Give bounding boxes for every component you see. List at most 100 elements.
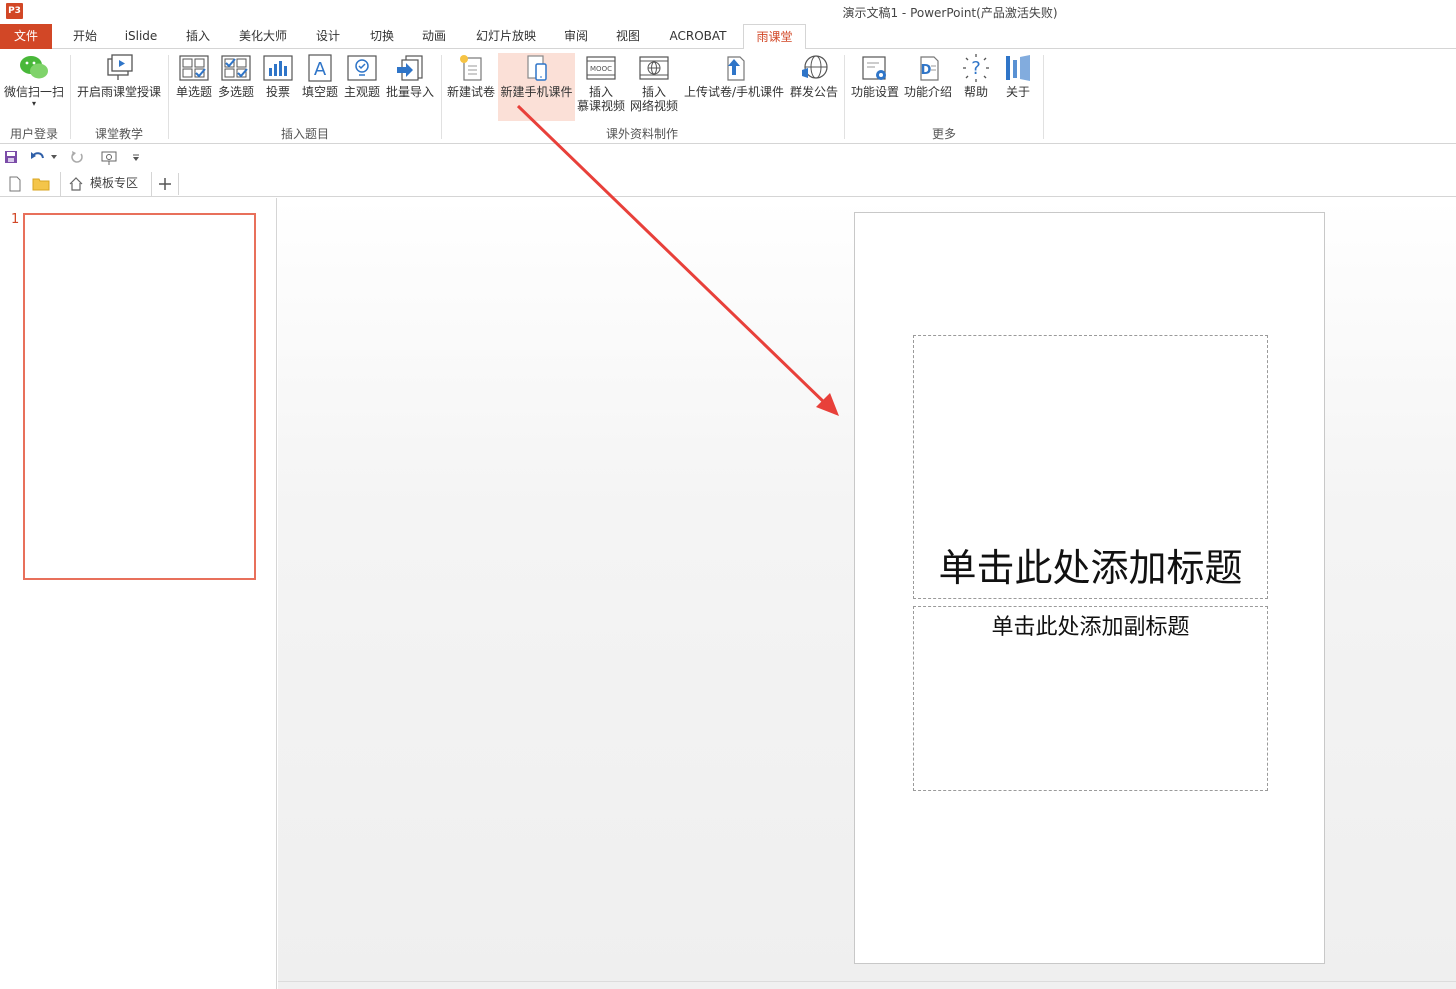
home-icon	[69, 177, 83, 191]
title-bar: P3 演示文稿1 - PowerPoint(产品激活失败)	[0, 0, 1456, 24]
add-tab-icon[interactable]	[158, 177, 172, 191]
horizontal-scrollbar[interactable]	[278, 981, 1456, 989]
intro-label: 功能介绍	[903, 85, 952, 99]
group-divider	[168, 55, 169, 139]
new-mobile-courseware-button[interactable]: 新建手机课件	[498, 53, 575, 121]
vote-label: 投票	[265, 85, 290, 99]
group-class-teaching: 课堂教学	[94, 127, 143, 141]
multi-choice-button[interactable]: 多选题	[216, 53, 256, 99]
wechat-icon	[20, 56, 48, 79]
subtitle-placeholder[interactable]: 单击此处添加副标题	[913, 606, 1268, 791]
group-more: 更多	[931, 127, 956, 141]
slideshow-from-start-icon[interactable]	[100, 150, 118, 166]
new-document-icon	[460, 55, 482, 81]
slide-thumbnail[interactable]	[23, 213, 256, 580]
wechat-scan-button[interactable]: 微信扫一扫 ▾	[1, 53, 67, 108]
group-divider	[844, 55, 845, 139]
tab-islide[interactable]: iSlide	[118, 24, 164, 49]
document-d-icon: D	[920, 56, 939, 81]
single-choice-button[interactable]: 单选题	[174, 53, 214, 99]
group-insert-question: 插入题目	[280, 127, 329, 141]
insert-web-video-button[interactable]: 插入 网络视频	[629, 53, 679, 113]
new-exam-button[interactable]: 新建试卷	[445, 53, 497, 99]
about-bars-icon	[1006, 55, 1030, 81]
save-icon[interactable]	[4, 150, 18, 164]
tab-slideshow[interactable]: 幻灯片放映	[468, 24, 544, 49]
help-label: 帮助	[963, 85, 988, 99]
group-extra-material: 课外资料制作	[605, 127, 678, 141]
new-mobile-courseware-label: 新建手机课件	[500, 85, 573, 99]
slide-number: 1	[11, 212, 20, 227]
undo-icon[interactable]	[30, 150, 46, 164]
batch-import-button[interactable]: 批量导入	[384, 53, 436, 99]
announce-label: 群发公告	[789, 85, 838, 99]
undo-dropdown-icon[interactable]	[50, 153, 58, 161]
template-zone-label: 模板专区	[90, 176, 139, 190]
insert-mooc-label-2: 慕课视频	[576, 99, 625, 113]
slide-thumbnails-pane: 1	[0, 198, 277, 989]
tab-view[interactable]: 视图	[606, 24, 650, 49]
tab-beautify[interactable]: 美化大师	[232, 24, 294, 49]
insert-web-label-2: 网络视频	[629, 99, 678, 113]
tab-rain-classroom[interactable]: 雨课堂	[743, 24, 806, 50]
upload-button[interactable]: 上传试卷/手机课件	[682, 53, 786, 99]
globe-megaphone-icon	[802, 55, 828, 79]
vote-button[interactable]: 投票	[258, 53, 298, 99]
slide-canvas[interactable]: 单击此处添加标题 单击此处添加副标题	[854, 212, 1325, 964]
window-title: 演示文稿1 - PowerPoint(产品激活失败)	[842, 6, 1058, 20]
redo-icon[interactable]	[70, 150, 84, 164]
batch-import-label: 批量导入	[385, 85, 434, 99]
subjective-label: 主观题	[343, 85, 380, 99]
tab-design[interactable]: 设计	[306, 24, 350, 49]
svg-text:D: D	[921, 63, 932, 78]
document-tabs-bar: 模板专区	[0, 171, 1456, 197]
help-button[interactable]: ? 帮助	[956, 53, 996, 99]
powerpoint-logo-icon: P3	[6, 3, 23, 19]
open-folder-icon[interactable]	[32, 177, 50, 191]
svg-text:A: A	[314, 59, 327, 80]
settings-label: 功能设置	[850, 85, 899, 99]
bar-chart-icon	[263, 55, 293, 81]
fill-blank-label: 填空题	[301, 85, 338, 99]
start-class-button[interactable]: 开启雨课堂授课	[74, 53, 164, 99]
tab-review[interactable]: 审阅	[554, 24, 598, 49]
projector-screen-icon	[107, 54, 133, 80]
film-globe-icon	[639, 56, 669, 80]
help-question-icon: ?	[963, 54, 989, 82]
new-file-icon[interactable]	[8, 176, 22, 192]
intro-button[interactable]: D 功能介绍	[902, 53, 954, 99]
subjective-button[interactable]: 主观题	[342, 53, 382, 99]
tab-divider	[178, 173, 179, 195]
template-zone-tab[interactable]: 模板专区	[60, 172, 152, 196]
settings-button[interactable]: 功能设置	[849, 53, 901, 99]
subtitle-placeholder-text: 单击此处添加副标题	[991, 615, 1190, 640]
start-class-label: 开启雨课堂授课	[76, 85, 161, 99]
multi-choice-icon	[221, 55, 251, 81]
insert-web-label-1: 插入	[641, 85, 666, 99]
lightbulb-check-icon	[347, 55, 377, 81]
single-choice-icon	[179, 55, 209, 81]
svg-text:?: ?	[971, 58, 981, 79]
title-placeholder[interactable]: 单击此处添加标题	[913, 335, 1268, 599]
group-divider	[70, 55, 71, 139]
tab-animations[interactable]: 动画	[412, 24, 456, 49]
about-button[interactable]: 关于	[998, 53, 1038, 99]
multi-choice-label: 多选题	[217, 85, 254, 99]
tab-insert[interactable]: 插入	[176, 24, 220, 49]
mobile-phone-icon	[526, 55, 547, 81]
tab-acrobat[interactable]: ACROBAT	[662, 24, 734, 49]
tab-transitions[interactable]: 切换	[360, 24, 404, 49]
ribbon-tabs: 文件 开始 iSlide 插入 美化大师 设计 切换 动画 幻灯片放映 审阅 视…	[0, 24, 1456, 50]
insert-mooc-video-button[interactable]: MOOC 插入 慕课视频	[576, 53, 626, 113]
single-choice-label: 单选题	[175, 85, 212, 99]
announce-button[interactable]: 群发公告	[788, 53, 840, 99]
tab-home[interactable]: 开始	[62, 24, 108, 49]
fill-blank-button[interactable]: A 填空题	[300, 53, 340, 99]
film-mooc-icon: MOOC	[586, 56, 616, 80]
insert-mooc-label-1: 插入	[588, 85, 613, 99]
group-divider	[1043, 55, 1044, 139]
customize-qat-icon[interactable]	[132, 154, 140, 162]
about-label: 关于	[1005, 85, 1030, 99]
settings-gear-icon	[862, 56, 886, 80]
tab-file[interactable]: 文件	[0, 24, 52, 49]
